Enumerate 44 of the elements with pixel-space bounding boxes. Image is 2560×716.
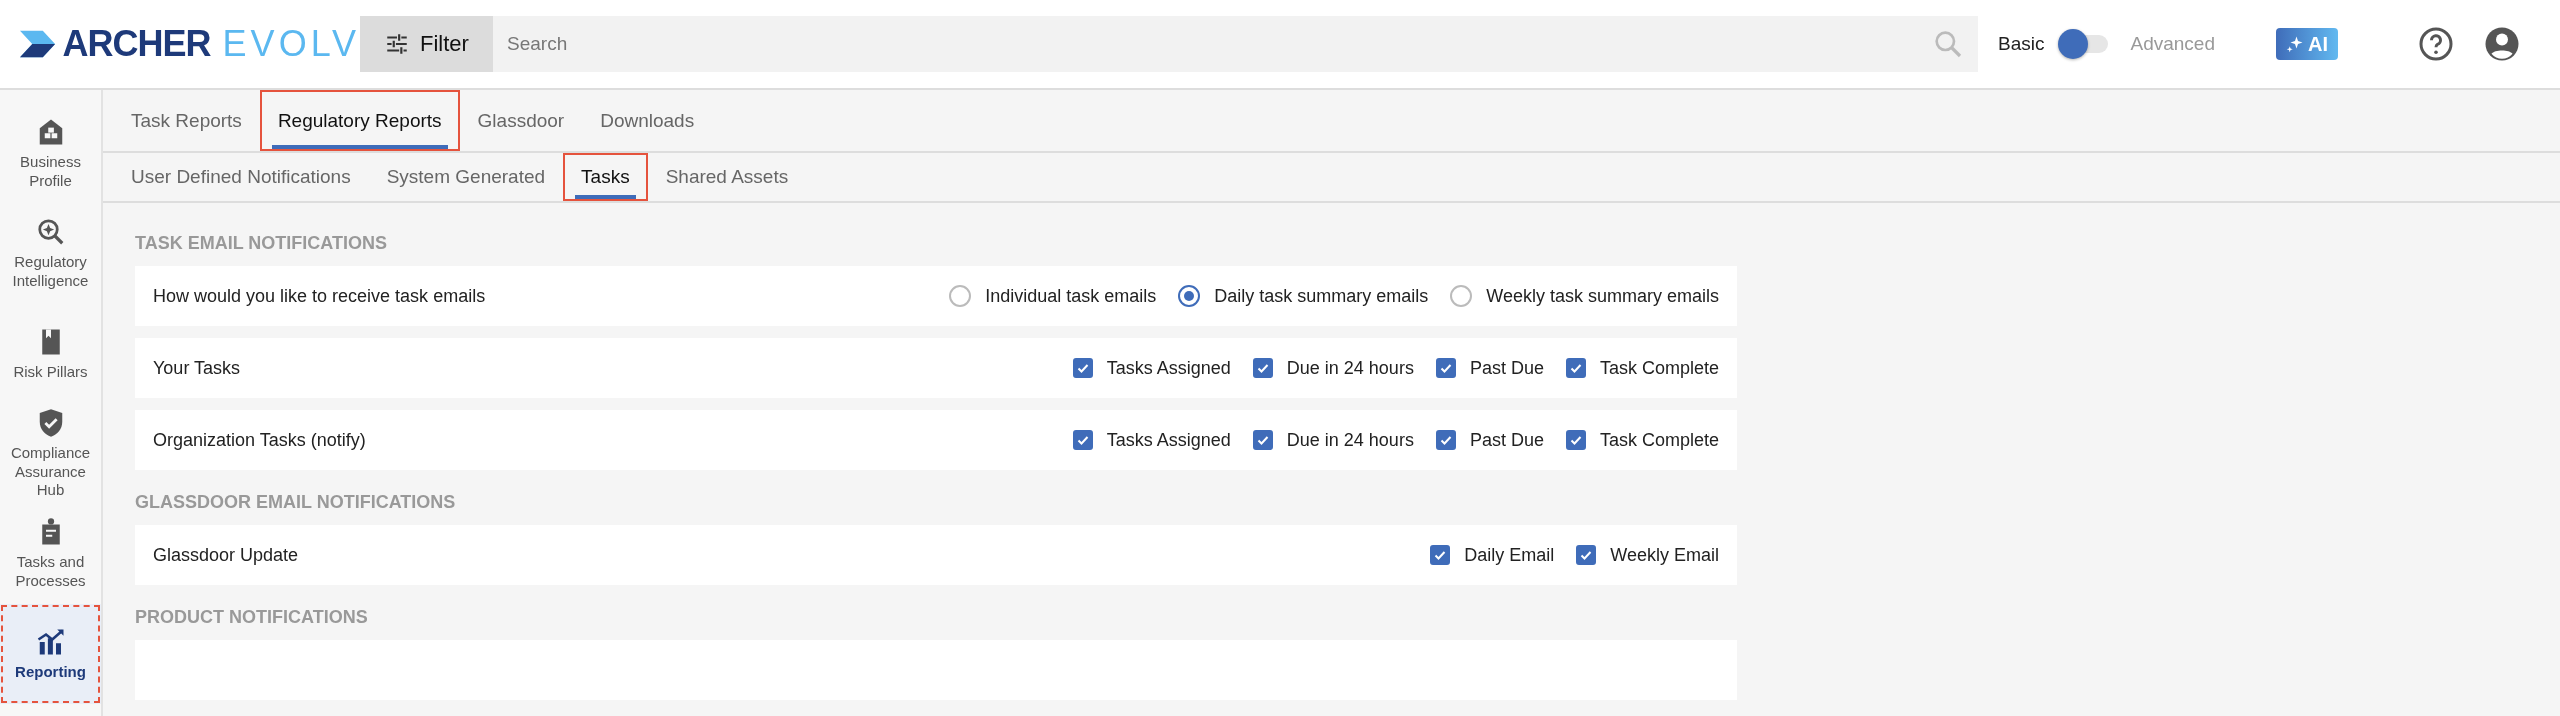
section-heading: GLASSDOOR EMAIL NOTIFICATIONS	[135, 492, 457, 513]
checkbox-option[interactable]: Daily Email	[1430, 544, 1555, 566]
row-label: How would you like to receive task emails	[153, 285, 487, 307]
section-heading: TASK EMAIL NOTIFICATIONS	[135, 233, 388, 254]
help-icon[interactable]	[2418, 26, 2454, 62]
sidebar-item[interactable]: Reporting	[0, 604, 101, 704]
search-field[interactable]: Search	[493, 16, 1978, 72]
checkbox-option[interactable]: Due in 24 hours	[1252, 357, 1414, 379]
advanced-label: Advanced	[2130, 33, 2215, 55]
sidebar-item[interactable]: Business Profile	[0, 104, 101, 204]
checkbox-option[interactable]: Past Due	[1435, 429, 1544, 451]
sidebar-item[interactable]: Tasks and Processes	[0, 504, 101, 604]
tab[interactable]: Glassdoor	[459, 90, 583, 151]
tab[interactable]: User Defined Notifications	[113, 153, 369, 201]
filter-button[interactable]: Filter	[360, 16, 493, 72]
radio-option[interactable]: Individual task emails	[949, 285, 1157, 307]
tab[interactable]: System Generated	[368, 153, 564, 201]
logo-brand: ARCHER	[62, 23, 211, 65]
basic-label: Basic	[1998, 33, 2045, 55]
checkbox-option[interactable]: Due in 24 hours	[1252, 429, 1414, 451]
tab[interactable]: Task Reports	[113, 90, 260, 151]
checkbox-option[interactable]: Past Due	[1435, 357, 1544, 379]
checkbox-option[interactable]: Task Complete	[1565, 357, 1719, 379]
row-label: Organization Tasks (notify)	[153, 429, 367, 451]
section-heading: PRODUCT NOTIFICATIONS	[135, 607, 369, 628]
account-icon[interactable]	[2484, 26, 2520, 62]
sidebar-item[interactable]: Regulatory Intelligence	[0, 204, 101, 304]
sidebar-item[interactable]: Risk Pillars	[0, 304, 101, 404]
radio-option[interactable]: Daily task summary emails	[1178, 285, 1429, 307]
logo-product: EVOLV	[222, 23, 360, 65]
tab[interactable]: Downloads	[582, 90, 713, 151]
search-icon	[1932, 28, 1964, 60]
tab[interactable]: Tasks	[563, 153, 648, 201]
checkbox-option[interactable]: Weekly Email	[1576, 544, 1719, 566]
checkbox-option[interactable]: Tasks Assigned	[1072, 357, 1231, 379]
tab[interactable]: Regulatory Reports	[259, 90, 460, 151]
sidebar-item[interactable]: Compliance Assurance Hub	[0, 404, 101, 504]
row-label: Your Tasks	[153, 357, 242, 379]
tab[interactable]: Shared Assets	[647, 153, 807, 201]
radio-option[interactable]: Weekly task summary emails	[1450, 285, 1719, 307]
row-label: Glassdoor Update	[153, 544, 300, 566]
checkbox-option[interactable]: Tasks Assigned	[1072, 429, 1231, 451]
sparkle-icon	[2286, 35, 2304, 53]
checkbox-option[interactable]: Task Complete	[1565, 429, 1719, 451]
